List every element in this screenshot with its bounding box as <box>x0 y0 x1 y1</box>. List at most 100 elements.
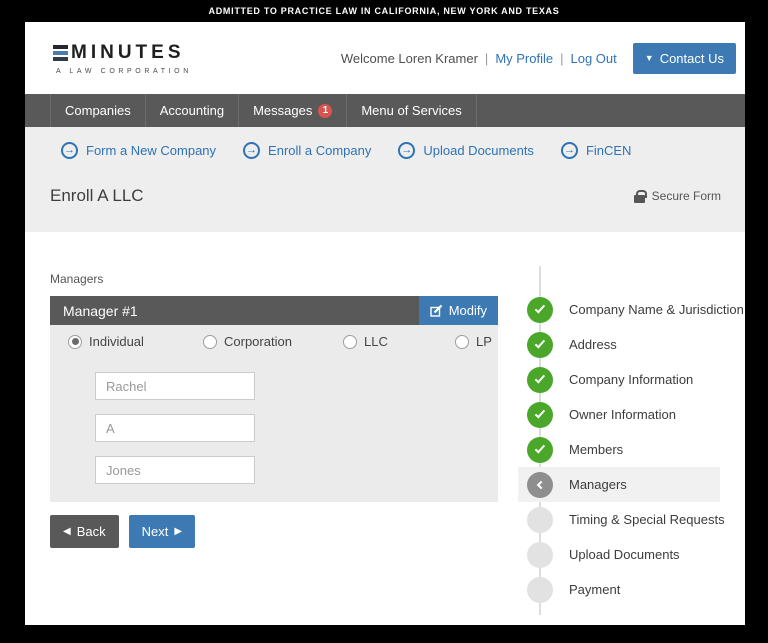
quick-link-upload-documents[interactable]: → Upload Documents <box>398 142 534 159</box>
section-label-managers: Managers <box>50 272 104 286</box>
title-row: Enroll A LLC Secure Form <box>25 186 745 206</box>
modify-button[interactable]: Modify <box>418 296 498 325</box>
nav-tab-label: Menu of Services <box>361 103 462 118</box>
main-content: Managers Manager #1 Modify Individual Co… <box>25 232 745 615</box>
radio-lp[interactable]: LP <box>455 334 492 349</box>
last-name-field[interactable] <box>95 456 255 484</box>
check-circle-icon <box>527 366 553 393</box>
logo-row: MINUTES <box>53 42 192 64</box>
nav-tab-companies[interactable]: Companies <box>50 94 145 127</box>
radio-button-icon <box>455 334 469 349</box>
nav-tab-label: Accounting <box>159 103 225 118</box>
step-payment[interactable]: Payment <box>527 572 720 607</box>
secure-form-label: Secure Form <box>651 189 721 203</box>
step-label: Company Name & Jurisdiction <box>569 302 744 317</box>
my-profile-link[interactable]: My Profile <box>495 51 553 66</box>
next-label: Next <box>141 524 169 539</box>
radio-llc[interactable]: LLC <box>343 334 455 349</box>
check-circle-icon <box>527 331 553 358</box>
secure-form-indicator: Secure Form <box>633 189 721 203</box>
radio-individual[interactable]: Individual <box>68 334 203 349</box>
arrow-circle-icon: → <box>398 142 416 159</box>
nav-tab-label: Companies <box>65 103 131 118</box>
modify-label: Modify <box>448 303 487 318</box>
step-managers-current[interactable]: Managers <box>518 467 720 502</box>
empty-circle-icon <box>527 506 553 533</box>
contact-us-label: Contact Us <box>659 50 724 66</box>
entity-type-radio-group: Individual Corporation LLC LP <box>50 325 498 358</box>
radio-label: LLC <box>364 334 388 349</box>
quick-link-enroll-company[interactable]: → Enroll a Company <box>243 142 371 159</box>
radio-button-icon <box>203 334 217 349</box>
first-name-field[interactable] <box>95 372 255 400</box>
step-upload-documents[interactable]: Upload Documents <box>527 537 720 572</box>
nav-tab-menu-of-services[interactable]: Menu of Services <box>346 94 477 127</box>
caret-down-icon: ▼ <box>644 53 654 63</box>
quick-link-label: Upload Documents <box>423 143 534 158</box>
nav-tab-label: Messages <box>253 103 313 118</box>
page-title: Enroll A LLC <box>50 186 144 205</box>
step-timing-special-requests[interactable]: Timing & Special Requests <box>527 502 725 537</box>
radio-button-icon <box>68 334 82 349</box>
radio-corporation[interactable]: Corporation <box>203 334 343 349</box>
logo-subtitle: A LAW CORPORATION <box>56 67 192 75</box>
nav-tab-accounting[interactable]: Accounting <box>144 94 238 127</box>
manager-panel-header: Manager #1 Modify <box>50 296 498 325</box>
check-circle-icon <box>527 401 553 428</box>
step-label: Payment <box>569 582 621 597</box>
quick-link-label: Form a New Company <box>86 143 217 158</box>
arrow-circle-icon: → <box>243 142 261 159</box>
quick-link-fincen[interactable]: → FinCEN <box>560 142 632 159</box>
admitted-banner-text: ADMITTED TO PRACTICE LAW IN CALIFORNIA, … <box>208 6 560 16</box>
form-nav-buttons: ◀ Back Next ▶ <box>50 515 498 548</box>
manager-panel-title: Manager #1 <box>63 302 138 319</box>
empty-circle-icon <box>527 541 553 568</box>
step-company-information[interactable]: Company Information <box>527 362 720 397</box>
middle-name-field[interactable] <box>95 414 255 442</box>
edit-icon <box>430 304 442 317</box>
messages-count-badge: 1 <box>318 103 333 118</box>
step-label: Address <box>569 337 617 352</box>
step-address[interactable]: Address <box>527 327 720 362</box>
quick-link-label: Enroll a Company <box>268 143 372 158</box>
lock-icon <box>633 189 647 203</box>
logo-e-icon <box>53 44 68 61</box>
admitted-banner: ADMITTED TO PRACTICE LAW IN CALIFORNIA, … <box>0 0 768 22</box>
chevron-left-circle-icon <box>527 471 553 498</box>
step-label: Upload Documents <box>569 547 680 562</box>
manager-form: Managers Manager #1 Modify Individual Co… <box>50 272 498 607</box>
separator: | <box>560 50 564 66</box>
header-right: Welcome Loren Kramer | My Profile | Log … <box>340 42 736 74</box>
quick-link-form-new-company[interactable]: → Form a New Company <box>61 142 216 159</box>
page-container: MINUTES A LAW CORPORATION Welcome Loren … <box>25 22 745 625</box>
step-company-name-jurisdiction[interactable]: Company Name & Jurisdiction <box>527 292 744 327</box>
empty-circle-icon <box>527 576 553 603</box>
arrow-circle-icon: → <box>61 142 78 159</box>
step-label: Owner Information <box>569 407 676 422</box>
radio-label: Individual <box>89 334 144 349</box>
back-arrow-icon: ◀ <box>63 526 71 537</box>
step-label: Managers <box>569 477 627 492</box>
manager-panel-body: Individual Corporation LLC LP <box>50 325 498 502</box>
next-button[interactable]: Next ▶ <box>128 515 196 548</box>
radio-label: LP <box>476 334 492 349</box>
contact-us-button[interactable]: ▼ Contact Us <box>632 42 736 74</box>
quick-link-label: FinCEN <box>585 143 632 158</box>
check-circle-icon <box>527 436 553 463</box>
main-nav: Companies Accounting Messages 1 Menu of … <box>25 94 745 127</box>
radio-button-icon <box>343 334 357 349</box>
eminutes-logo[interactable]: MINUTES A LAW CORPORATION <box>53 42 192 75</box>
back-button[interactable]: ◀ Back <box>50 515 119 548</box>
logo-text: MINUTES <box>71 41 185 63</box>
step-label: Company Information <box>569 372 694 387</box>
check-circle-icon <box>527 296 553 323</box>
separator: | <box>484 50 489 66</box>
step-members[interactable]: Members <box>527 432 720 467</box>
welcome-text: Welcome Loren Kramer <box>340 50 478 66</box>
log-out-link[interactable]: Log Out <box>571 51 617 66</box>
step-label: Timing & Special Requests <box>569 512 725 527</box>
arrow-circle-icon: → <box>560 142 578 159</box>
step-owner-information[interactable]: Owner Information <box>527 397 720 432</box>
radio-label: Corporation <box>224 334 292 349</box>
nav-tab-messages[interactable]: Messages 1 <box>238 94 346 127</box>
